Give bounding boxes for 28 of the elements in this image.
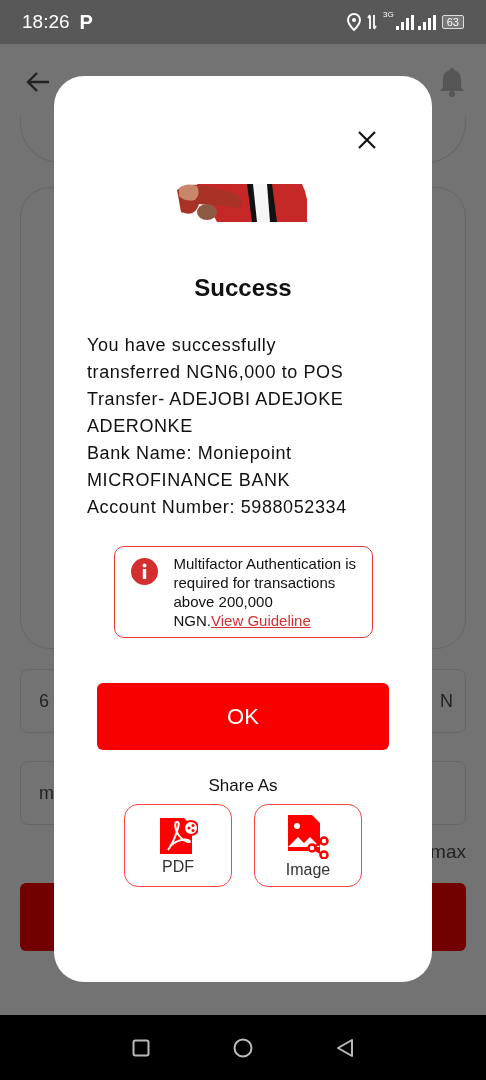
notification-text: P — [79, 10, 93, 34]
dialog-title: Success — [194, 274, 292, 302]
back-arrow-icon[interactable] — [26, 71, 50, 93]
notice-text: Multifactor Authentication is required for transactions above 200,000 NGN.View Guideline — [173, 554, 358, 630]
close-icon[interactable] — [357, 130, 377, 150]
signal-icon — [395, 14, 436, 30]
currency-label: N — [440, 690, 453, 712]
status-time: 18:26 — [22, 11, 70, 33]
note-value: m — [39, 782, 54, 804]
info-icon — [130, 558, 158, 585]
share-option-button[interactable]: PDF — [124, 804, 232, 887]
home-icon[interactable] — [233, 1037, 253, 1058]
share-label: Share As — [208, 776, 278, 796]
message-text: Bank Name: Moniepoint MICROFINANCE BANK — [87, 442, 293, 492]
recents-icon[interactable] — [131, 1038, 150, 1057]
location-icon — [347, 13, 362, 31]
network-label: 3G — [383, 10, 394, 19]
message-text: You have successfully transferred NGN6,000 to POS Transfer- ADEJOBI ADEJOKE ADERONKE — [87, 334, 345, 438]
message-text: Account Number: 5988052334 — [87, 496, 348, 519]
share-option-button[interactable]: Image — [254, 804, 362, 887]
back-icon[interactable] — [336, 1037, 355, 1058]
ok-button[interactable]: OK — [97, 683, 389, 750]
image-share-icon — [286, 812, 330, 859]
pdf-share-icon — [158, 815, 198, 856]
data-arrows-icon — [367, 14, 378, 30]
battery-indicator: 63 — [441, 15, 464, 29]
amount-value: 6 — [39, 690, 49, 712]
guideline-link[interactable]: View Guideline — [211, 612, 311, 629]
